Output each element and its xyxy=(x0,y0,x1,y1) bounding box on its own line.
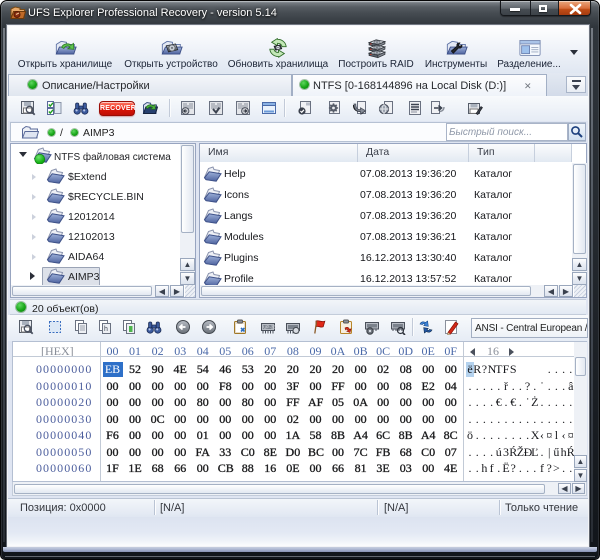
svg-text:h: h xyxy=(104,326,108,333)
svg-text:UP-33: UP-33 xyxy=(263,325,276,330)
